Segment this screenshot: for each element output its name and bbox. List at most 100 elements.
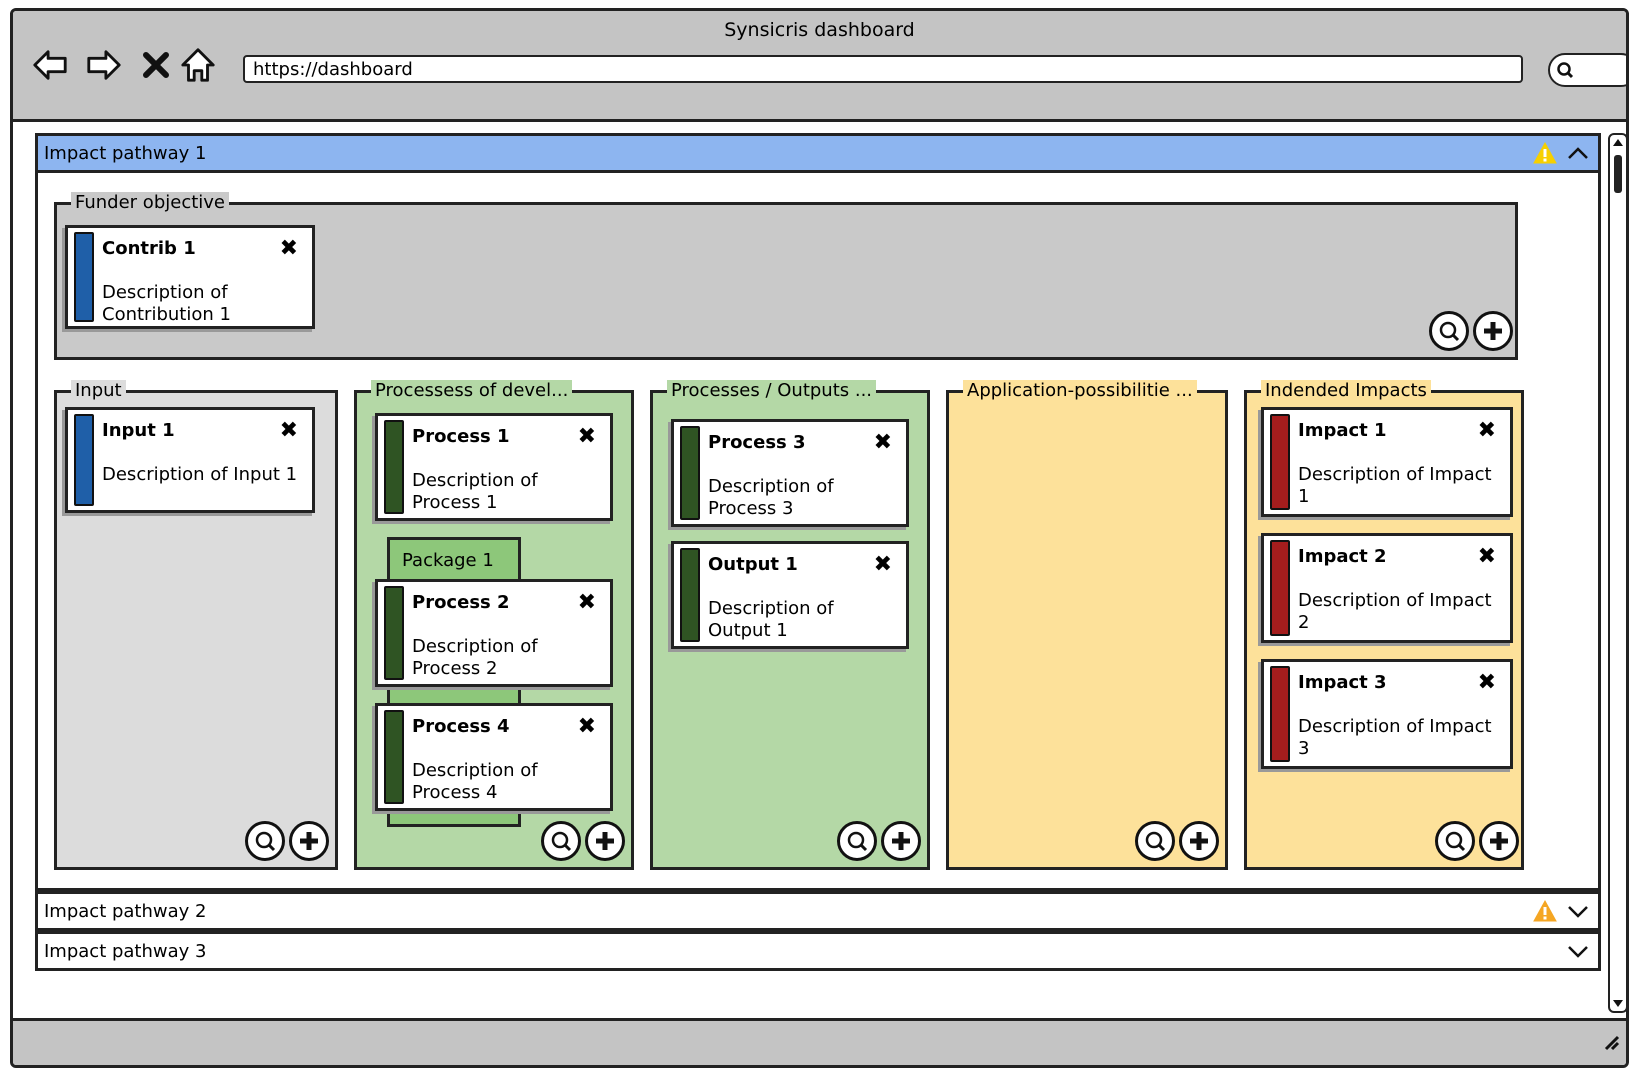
zoom-button[interactable]: [1135, 821, 1175, 861]
browser-toolbar: Synsicris dashboard https://dashboard: [13, 11, 1626, 122]
accordion-title: Impact pathway 3: [44, 940, 207, 962]
card-title: Input 1: [102, 420, 175, 441]
close-icon[interactable]: ✖: [578, 714, 596, 739]
add-button[interactable]: [289, 821, 329, 861]
back-arrow-icon[interactable]: [31, 45, 69, 85]
input-card[interactable]: Input 1 ✖ Description of Input 1: [65, 407, 315, 513]
chevron-up-icon[interactable]: [1566, 144, 1590, 162]
output-card[interactable]: Output 1 ✖ Description of Output 1: [671, 541, 909, 649]
input-label: Input: [71, 380, 126, 401]
impact-card[interactable]: Impact 2 ✖ Description of Impact 2: [1261, 533, 1513, 643]
applications-label: Application-possibilitie ...: [963, 380, 1197, 401]
status-bar: [13, 1018, 1626, 1065]
card-color-strip: [1270, 540, 1290, 636]
plus-icon: [300, 832, 318, 850]
chevron-down-icon[interactable]: [1566, 942, 1590, 960]
accordion-title: Impact pathway 2: [44, 900, 207, 922]
impact-card[interactable]: Impact 1 ✖ Description of Impact 1: [1261, 407, 1513, 517]
card-description: Description of Process 2: [412, 636, 538, 679]
add-button[interactable]: [1179, 821, 1219, 861]
applications-column: Application-possibilitie ...: [946, 380, 1228, 870]
card-title: Impact 1: [1298, 420, 1387, 441]
zoom-button[interactable]: [245, 821, 285, 861]
card-title: Impact 2: [1298, 546, 1387, 567]
warning-icon: [1533, 141, 1557, 164]
card-color-strip: [680, 426, 700, 520]
add-button[interactable]: [881, 821, 921, 861]
applications-actions: [1135, 821, 1219, 861]
impacts-label: Indended Impacts: [1261, 380, 1431, 401]
process-card[interactable]: Process 3 ✖ Description of Process 3: [671, 419, 909, 527]
chevron-down-icon[interactable]: [1566, 902, 1590, 920]
close-icon[interactable]: ✖: [1478, 418, 1496, 443]
magnifier-icon: [551, 831, 572, 852]
accordion-title: Impact pathway 1: [44, 142, 207, 164]
card-description: Description of Impact 2: [1298, 590, 1492, 633]
add-button[interactable]: [1479, 821, 1519, 861]
close-icon[interactable]: ✖: [1478, 670, 1496, 695]
forward-arrow-icon[interactable]: [85, 45, 123, 85]
url-field[interactable]: https://dashboard: [243, 55, 1523, 83]
home-icon[interactable]: [179, 45, 217, 85]
accordion-header-2[interactable]: Impact pathway 2: [38, 894, 1598, 928]
zoom-button[interactable]: [1429, 311, 1469, 351]
card-description: Description of Impact 1: [1298, 464, 1492, 507]
close-icon[interactable]: ✖: [874, 430, 892, 455]
close-icon[interactable]: ✖: [280, 236, 298, 261]
accordion-impact-pathway-3: Impact pathway 3: [35, 931, 1601, 971]
card-color-strip: [1270, 666, 1290, 762]
close-icon[interactable]: ✖: [280, 418, 298, 443]
magnifier-icon: [847, 831, 868, 852]
scroll-down-icon[interactable]: [1612, 999, 1624, 1009]
card-description: Description of Process 3: [708, 476, 834, 519]
accordion-impact-pathway-2: Impact pathway 2: [35, 891, 1601, 931]
outputs-column: Processes / Outputs ... Process 3 ✖ Desc…: [650, 380, 930, 870]
resize-grip-icon[interactable]: [1600, 1031, 1620, 1051]
card-title: Output 1: [708, 554, 798, 575]
accordion-header-1[interactable]: Impact pathway 1: [38, 136, 1598, 173]
zoom-button[interactable]: [1435, 821, 1475, 861]
impacts-actions: [1435, 821, 1519, 861]
process-card[interactable]: Process 4 ✖ Description of Process 4: [375, 703, 613, 811]
contrib-card[interactable]: Contrib 1 ✖ Description of Contribution …: [65, 225, 315, 329]
card-title: Contrib 1: [102, 238, 196, 259]
card-description: Description of Process 1: [412, 470, 538, 513]
plus-icon: [1484, 322, 1502, 340]
impact-card[interactable]: Impact 3 ✖ Description of Impact 3: [1261, 659, 1513, 769]
zoom-button[interactable]: [837, 821, 877, 861]
close-icon[interactable]: ✖: [578, 590, 596, 615]
accordion-header-3[interactable]: Impact pathway 3: [38, 934, 1598, 968]
plus-icon: [1490, 832, 1508, 850]
close-icon[interactable]: ✖: [874, 552, 892, 577]
browser-window: Synsicris dashboard https://dashboard Im…: [10, 8, 1629, 1068]
funder-actions: [1429, 311, 1513, 351]
zoom-button[interactable]: [541, 821, 581, 861]
search-field[interactable]: [1548, 53, 1626, 87]
outputs-label: Processes / Outputs ...: [667, 380, 877, 401]
processes-actions: [541, 821, 625, 861]
search-icon: [1557, 62, 1574, 79]
scroll-up-icon[interactable]: [1612, 137, 1624, 147]
card-description: Description of Process 4: [412, 760, 538, 803]
card-color-strip: [74, 414, 94, 506]
close-icon[interactable]: ✖: [1478, 544, 1496, 569]
card-description: Description of Output 1: [708, 598, 834, 641]
outputs-actions: [837, 821, 921, 861]
vertical-scrollbar[interactable]: [1608, 133, 1626, 1013]
scrollbar-thumb[interactable]: [1614, 155, 1622, 193]
add-button[interactable]: [585, 821, 625, 861]
processes-label: Processess of devel...: [371, 380, 573, 401]
card-description: Description of Impact 3: [1298, 716, 1492, 759]
close-icon[interactable]: ✖: [578, 424, 596, 449]
card-description: Description of Input 1: [102, 464, 298, 485]
card-title: Process 3: [708, 432, 806, 453]
stop-icon[interactable]: [141, 45, 171, 85]
add-button[interactable]: [1473, 311, 1513, 351]
card-color-strip: [74, 232, 94, 322]
process-card[interactable]: Process 2 ✖ Description of Process 2: [375, 579, 613, 687]
card-title: Impact 3: [1298, 672, 1387, 693]
accordion-impact-pathway-1: Impact pathway 1 Funder objective Contri…: [35, 133, 1601, 891]
plus-icon: [596, 832, 614, 850]
process-card[interactable]: Process 1 ✖ Description of Process 1: [375, 413, 613, 521]
card-color-strip: [384, 420, 404, 514]
